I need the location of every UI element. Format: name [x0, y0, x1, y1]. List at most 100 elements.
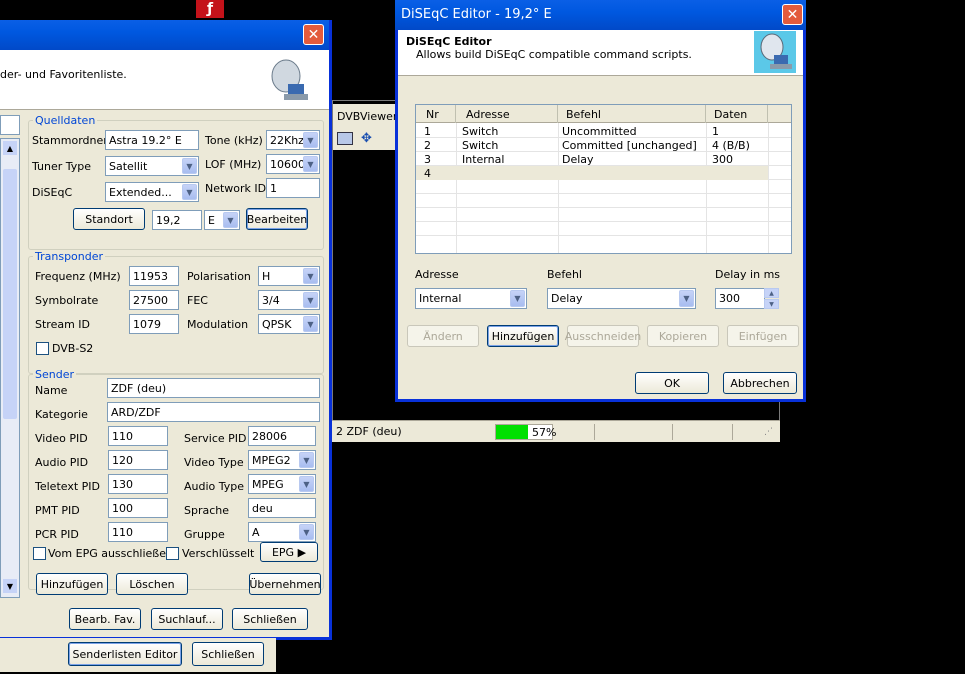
hinzufuegen-command-button[interactable]: Hinzufügen	[487, 325, 559, 347]
frequenz-field[interactable]: 11953	[129, 266, 179, 286]
chevron-down-icon[interactable]: ▼	[679, 290, 694, 307]
tuner-type-select[interactable]: Satellit ▼	[105, 156, 199, 176]
table-row[interactable]: 2 Switch Committed [unchanged] 4 (B/B)	[416, 138, 768, 152]
satellite-icon	[266, 56, 312, 104]
adresse-select[interactable]: Internal ▼	[415, 288, 527, 309]
symbolrate-field[interactable]: 27500	[129, 290, 179, 310]
column-header-befehl[interactable]: Befehl	[558, 105, 706, 123]
scroll-down-icon[interactable]: ▼	[3, 579, 17, 593]
schliessen-button[interactable]: Schließen	[232, 608, 308, 630]
audio-type-select[interactable]: MPEG ▼	[248, 474, 316, 494]
audio-pid-field[interactable]: 120	[108, 450, 168, 470]
chevron-down-icon[interactable]: ▼	[303, 132, 318, 148]
chevron-down-icon[interactable]: ▼	[299, 524, 314, 540]
video-type-select[interactable]: MPEG2 ▼	[248, 450, 316, 470]
abbrechen-button[interactable]: Abbrechen	[723, 372, 797, 394]
stream-id-field[interactable]: 1079	[129, 314, 179, 334]
epg-button-label: EPG	[271, 545, 295, 559]
teletext-pid-field[interactable]: 130	[108, 474, 168, 494]
bearbeiten-button[interactable]: Bearbeiten	[246, 208, 308, 230]
flash-icon[interactable]: ƒ	[196, 0, 224, 18]
chevron-down-icon[interactable]: ▼	[303, 292, 318, 308]
chevron-down-icon[interactable]: ▼	[510, 290, 525, 307]
tone-select[interactable]: 22Khz ▼	[266, 130, 320, 150]
spin-up-icon[interactable]: ▲	[764, 288, 779, 298]
resize-grip-icon[interactable]: ⋰	[764, 427, 776, 439]
chevron-down-icon[interactable]: ▼	[182, 158, 197, 174]
column-header-adresse[interactable]: Adresse	[456, 105, 558, 123]
polarisation-select[interactable]: H ▼	[258, 266, 320, 286]
window-icon[interactable]	[337, 132, 353, 145]
channel-search-field[interactable]	[0, 115, 20, 135]
pcr-pid-field[interactable]: 110	[108, 522, 168, 542]
lof-select[interactable]: 10600 ▼	[266, 154, 320, 174]
chevron-down-icon[interactable]: ▼	[223, 212, 238, 228]
audio-type-value: MPEG	[252, 478, 284, 491]
ausschneiden-button[interactable]: Ausschneiden	[565, 325, 641, 347]
kopieren-button[interactable]: Kopieren	[647, 325, 719, 347]
fullscreen-icon[interactable]: ✥	[361, 131, 377, 146]
gruppe-select[interactable]: A ▼	[248, 522, 316, 542]
position-field[interactable]: 19,2	[152, 210, 202, 230]
encrypted-checkbox[interactable]	[166, 547, 179, 560]
epg-exclude-checkbox[interactable]	[33, 547, 46, 560]
diseqc-select[interactable]: Extended... ▼	[105, 182, 199, 202]
network-id-field[interactable]: 1	[266, 178, 320, 198]
modulation-select[interactable]: QPSK ▼	[258, 314, 320, 334]
einfuegen-button[interactable]: Einfügen	[727, 325, 799, 347]
video-pid-field[interactable]: 110	[108, 426, 168, 446]
hinzufuegen-button[interactable]: Hinzufügen	[36, 573, 108, 595]
lof-value: 10600	[270, 158, 305, 171]
commands-table[interactable]: Nr Adresse Befehl Daten 1 Switch Uncommi…	[415, 104, 792, 254]
col-daten-label: Daten	[714, 108, 748, 121]
stammordner-field[interactable]: Astra 19.2° E	[105, 130, 199, 150]
direction-value: E	[208, 214, 215, 227]
chevron-down-icon[interactable]: ▼	[303, 268, 318, 284]
table-row-selected[interactable]: 4	[416, 166, 768, 180]
dvbs2-checkbox[interactable]	[36, 342, 49, 355]
column-header-daten[interactable]: Daten	[706, 105, 768, 123]
epg-button[interactable]: EPG ▶	[260, 542, 318, 562]
kategorie-label: Kategorie	[35, 408, 88, 421]
close-icon[interactable]: ✕	[782, 4, 803, 25]
chevron-down-icon[interactable]: ▼	[303, 316, 318, 332]
table-row[interactable]: 3 Internal Delay 300	[416, 152, 768, 166]
scroll-thumb[interactable]	[3, 169, 17, 419]
channel-list-scrollbar[interactable]: ▲ ▼	[0, 138, 20, 598]
dvbviewer-menu-label[interactable]: DVBViewer	[337, 110, 397, 123]
loeschen-button[interactable]: Löschen	[116, 573, 188, 595]
pmt-pid-field[interactable]: 100	[108, 498, 168, 518]
modulation-value: QPSK	[262, 318, 292, 331]
delay-spinner[interactable]: ▲ ▼	[764, 288, 779, 309]
name-field[interactable]: ZDF (deu)	[107, 378, 320, 398]
scroll-up-icon[interactable]: ▲	[3, 141, 17, 155]
table-row[interactable]: 1 Switch Uncommitted 1	[416, 124, 768, 138]
service-pid-field[interactable]: 28006	[248, 426, 316, 446]
chevron-down-icon[interactable]: ▼	[303, 156, 318, 172]
uebernehmen-button[interactable]: Übernehmen	[249, 573, 321, 595]
aendern-button[interactable]: Ändern	[407, 325, 479, 347]
suchlauf-button[interactable]: Suchlauf...	[151, 608, 223, 630]
bottom-schliessen-button[interactable]: Schließen	[192, 642, 264, 666]
spin-down-icon[interactable]: ▼	[764, 299, 779, 309]
standort-button[interactable]: Standort	[73, 208, 145, 230]
befehl-value: Delay	[551, 292, 583, 305]
delay-field[interactable]: 300	[715, 288, 765, 309]
direction-select[interactable]: E ▼	[204, 210, 240, 230]
chevron-down-icon[interactable]: ▼	[182, 184, 197, 200]
sprache-field[interactable]: deu	[248, 498, 316, 518]
senderlisten-editor-button[interactable]: Senderlisten Editor	[68, 642, 182, 666]
column-header-nr[interactable]: Nr	[416, 105, 456, 123]
ok-button[interactable]: OK	[635, 372, 709, 394]
bearb-fav-button[interactable]: Bearb. Fav.	[69, 608, 141, 630]
diseqc-window-title: DiSEqC Editor - 19,2° E	[401, 7, 552, 22]
close-icon[interactable]: ✕	[303, 24, 324, 45]
chevron-down-icon[interactable]: ▼	[299, 452, 314, 468]
cell-befehl: Uncommitted	[562, 125, 637, 138]
befehl-select[interactable]: Delay ▼	[547, 288, 696, 309]
fec-select[interactable]: 3/4 ▼	[258, 290, 320, 310]
chevron-down-icon[interactable]: ▼	[299, 476, 314, 492]
signal-bar: 57%	[495, 424, 556, 440]
kategorie-field[interactable]: ARD/ZDF	[107, 402, 320, 422]
grid-line	[416, 207, 791, 208]
